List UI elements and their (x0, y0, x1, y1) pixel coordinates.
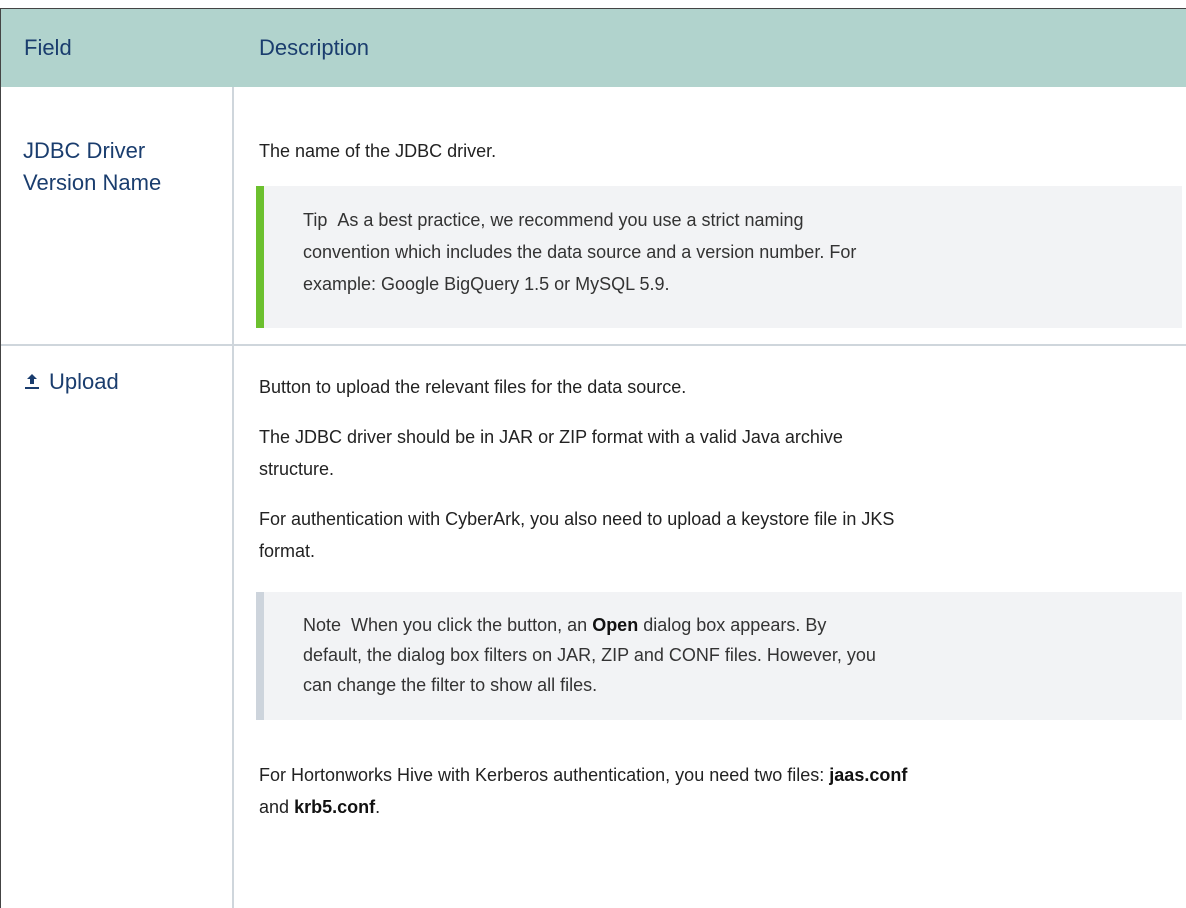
tip-text-line: example: Google BigQuery 1.5 or MySQL 5.… (303, 274, 670, 294)
field-upload-label: Upload (49, 369, 119, 394)
p2-line: structure. (259, 459, 335, 479)
open-dialog-term: Open (592, 615, 639, 635)
header-description: Description (259, 35, 370, 60)
krb5-conf-file: krb5.conf (294, 797, 376, 817)
jaas-conf-file: jaas.conf (829, 765, 908, 785)
p2-line: The JDBC driver should be in JAR or ZIP … (259, 427, 843, 447)
upload-description-p3: For authentication with CyberArk, you al… (259, 503, 1174, 567)
tip-label: Tip (303, 210, 328, 230)
upload-description-p4: For Hortonworks Hive with Kerberos authe… (259, 759, 1174, 823)
field-jdbc-driver-version-name: JDBC Driver Version Name (23, 135, 223, 199)
upload-icon (25, 374, 39, 389)
p4-text: For Hortonworks Hive with Kerberos authe… (259, 765, 825, 785)
tip-callout: Tip As a best practice, we recommend you … (256, 186, 1182, 328)
p3-line: format. (259, 541, 316, 561)
field-label-line: JDBC Driver (23, 138, 146, 163)
field-label-line: Version Name (23, 170, 162, 195)
tip-callout-body: Tip As a best practice, we recommend you … (303, 204, 1103, 300)
note-text-line: can change the filter to show all files. (303, 675, 598, 695)
note-text: When you click the button, an (351, 615, 588, 635)
note-label: Note (303, 615, 342, 635)
field-upload: Upload (23, 366, 223, 398)
table-header-row (1, 9, 1186, 87)
note-callout: Note When you click the button, an Open d… (256, 592, 1182, 720)
note-callout-body: Note When you click the button, an Open d… (303, 610, 1103, 700)
p4-and: and (259, 797, 290, 817)
upload-description-p1: Button to upload the relevant files for … (259, 377, 687, 397)
column-divider (232, 87, 234, 908)
note-text: dialog box appears. By (643, 615, 827, 635)
p4-period: . (375, 797, 381, 817)
tip-text-line: convention which includes the data sourc… (303, 242, 857, 262)
upload-description-p2: The JDBC driver should be in JAR or ZIP … (259, 421, 1174, 485)
header-field: Field (24, 35, 72, 60)
note-text-line: default, the dialog box filters on JAR, … (303, 645, 876, 665)
jdbc-name-description: The name of the JDBC driver. (259, 141, 497, 161)
row-divider (1, 344, 1186, 346)
p3-line: For authentication with CyberArk, you al… (259, 509, 895, 529)
table-left-border (0, 8, 1, 908)
tip-text-line: As a best practice, we recommend you use… (337, 210, 804, 230)
